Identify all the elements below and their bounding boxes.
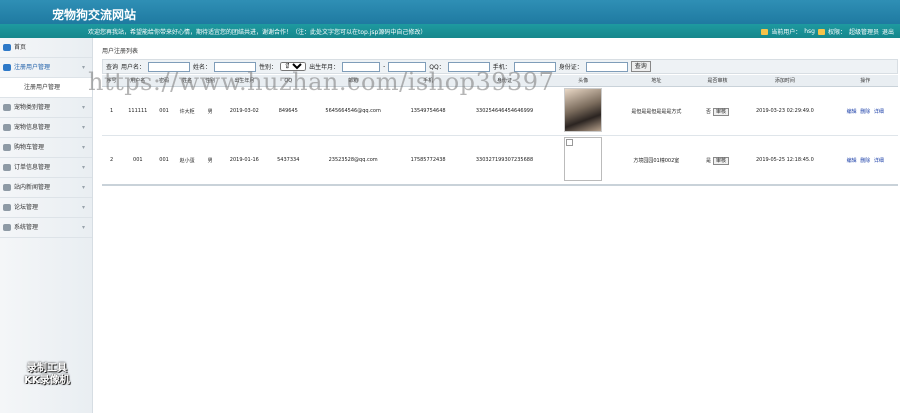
welcome-text: 欢迎您再我站，希望能给你带来好心情，期待适宜您的团结共进，谢谢合作！（注：此处文… [88,29,427,36]
chevron-down-icon: ▾ [81,104,85,111]
user-icon [3,144,11,151]
role: 超级管理员 [848,29,879,36]
table-row: 1 111111 001 许大柜 男 2019-03-02 849645 564… [102,86,898,136]
chevron-down-icon: ▾ [81,144,85,151]
chevron-down-icon: ▾ [81,124,85,131]
avatar-placeholder [564,137,603,181]
folder-icon [3,204,11,211]
sidebar-subitem-user-management[interactable]: 注册用户管理 [0,78,92,98]
search-button[interactable]: 查询 [630,61,651,72]
audit-button[interactable]: 审核 [712,156,729,165]
gear-icon [3,224,11,231]
user-table: 序号 用户名 密码 姓名 性别 出生年月 QQ 邮箱 手机 身份证 头像 地址 … [102,75,898,186]
site-title: 宠物狗交流网站 [52,8,137,22]
breadcrumb: 用户注册列表 [102,48,139,55]
user-icon [761,28,769,35]
role-icon [817,28,825,35]
chevron-down-icon: ▾ [81,164,85,171]
edit-link[interactable]: 编辑 [847,158,857,164]
delete-link[interactable]: 删除 [860,109,870,115]
chevron-down-icon: ▾ [81,224,85,231]
edit-link[interactable]: 编辑 [847,109,857,115]
home-icon [3,104,11,111]
table-row: 2 001 001 赵小蛋 男 2019-01-16 5437334 23523… [102,135,898,186]
phone-input[interactable] [513,61,556,72]
idcard-input[interactable] [585,61,628,72]
name-input[interactable] [214,61,257,72]
grid-icon [3,64,11,71]
sidebar-item-home[interactable]: 首页 [0,38,92,58]
birth-end-input[interactable] [388,61,427,72]
search-bar: 查询 用户名： 姓名： 性别： 请选择 出生年月： - QQ： 手机： 身份证：… [102,59,898,74]
chevron-down-icon: ▾ [81,204,85,211]
audit-button[interactable]: 审核 [712,107,729,116]
sidebar-item-orders[interactable]: 订单信息管理 ▾ [0,158,92,178]
sidebar-item-pet-info[interactable]: 宠物信息管理 ▾ [0,118,92,138]
top-banner: 宠物狗交流网站 [0,0,900,24]
current-user: hsg [804,28,815,35]
sidebar-item-forum[interactable]: 论坛管理 ▾ [0,198,92,218]
detail-link[interactable]: 详细 [874,109,884,115]
sidebar: 首页 注册用户管理 ▾ 注册用户管理 宠物类别管理 ▾ 宠物信息管理 ▾ 购物车管理 ▾… [0,38,93,413]
cart-icon [3,164,11,171]
birth-start-input[interactable] [342,61,381,72]
sidebar-item-system[interactable]: 系统管理 ▾ [0,218,92,238]
sidebar-nav: 首页 注册用户管理 ▾ 注册用户管理 宠物类别管理 ▾ 宠物信息管理 ▾ 购物车管理 ▾… [0,38,92,238]
delete-link[interactable]: 删除 [860,158,870,164]
info-bar: 欢迎您再我站，希望能给你带来好心情，期待适宜您的团结共进，谢谢合作！（注：此处文… [0,24,900,38]
logout-link[interactable]: 退出 [882,27,894,36]
chevron-down-icon: ▾ [81,184,85,191]
sidebar-item-pet-category[interactable]: 宠物类别管理 ▾ [0,98,92,118]
user-info: 当前用户： hsg 权限： 超级管理员 退出 [761,27,894,36]
sidebar-item-user-management[interactable]: 注册用户管理 ▾ [0,58,92,78]
avatar [564,88,603,132]
users-icon [3,124,11,131]
sidebar-item-cart[interactable]: 购物车管理 ▾ [0,138,92,158]
detail-link[interactable]: 详细 [874,158,884,164]
chevron-down-icon: ▾ [81,64,85,71]
recorder-badge: 录制工具 KK录像机 [24,363,70,386]
heart-icon [3,184,11,191]
qq-input[interactable] [447,61,490,72]
main-content: 用户注册列表 查询 用户名： 姓名： 性别： 请选择 出生年月： - QQ： 手… [102,46,898,186]
table-header-row: 序号 用户名 密码 姓名 性别 出生年月 QQ 邮箱 手机 身份证 头像 地址 … [102,75,898,87]
gender-select[interactable]: 请选择 [280,62,307,71]
home-icon [3,44,11,51]
username-input[interactable] [148,61,191,72]
sidebar-item-news[interactable]: 站内新闻管理 ▾ [0,178,92,198]
